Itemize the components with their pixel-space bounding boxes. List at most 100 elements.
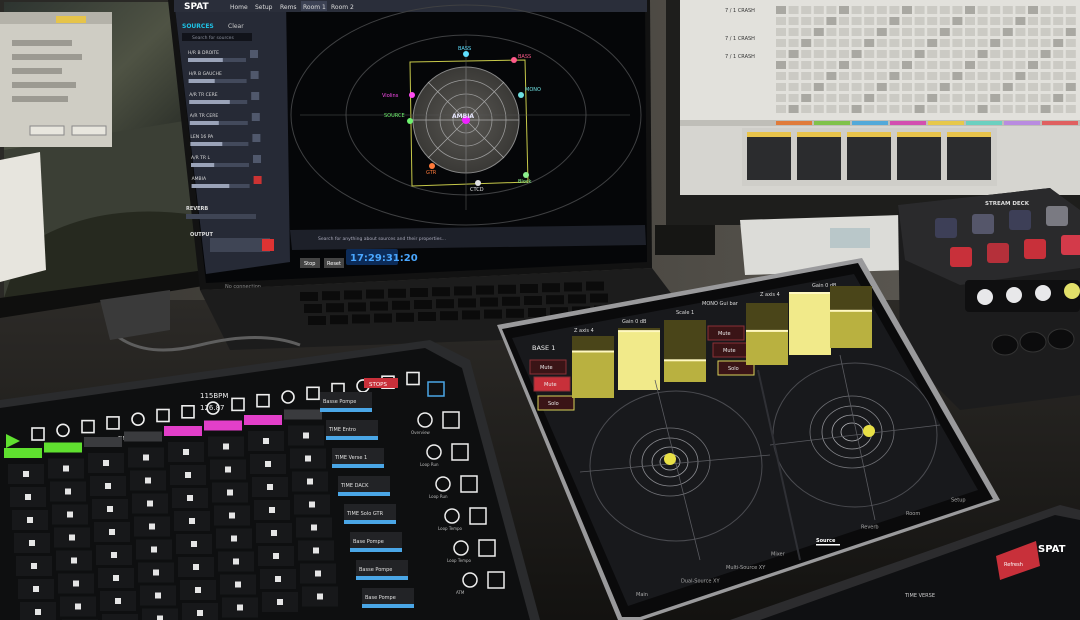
clip-slot[interactable] — [889, 6, 900, 14]
clip-slot[interactable] — [826, 39, 837, 47]
clip-slot[interactable] — [977, 105, 988, 113]
track-header[interactable] — [284, 409, 322, 420]
clip-slot[interactable] — [1065, 17, 1076, 25]
source-point[interactable] — [407, 118, 413, 124]
clip-slot[interactable] — [1053, 17, 1064, 25]
deck-key[interactable] — [1024, 239, 1046, 259]
clip-slot[interactable] — [977, 61, 988, 69]
clip-slot[interactable] — [1065, 94, 1076, 102]
clip-slot[interactable] — [927, 72, 938, 80]
clip-pad[interactable] — [102, 614, 138, 620]
clip-slot[interactable] — [1040, 6, 1051, 14]
clip-slot[interactable] — [914, 83, 925, 91]
channel-button[interactable] — [253, 176, 262, 184]
clip-slot[interactable] — [990, 83, 1001, 91]
clip-slot[interactable] — [952, 39, 963, 47]
clip-slot[interactable] — [851, 83, 862, 91]
clip-slot[interactable] — [864, 83, 875, 91]
clip-slot[interactable] — [990, 17, 1001, 25]
track-header[interactable] — [164, 426, 202, 436]
clip-slot[interactable] — [1040, 50, 1051, 58]
source-point[interactable] — [475, 180, 481, 186]
clip-slot[interactable] — [1028, 72, 1038, 80]
clip-slot[interactable] — [864, 105, 875, 113]
deck-key[interactable] — [1046, 206, 1068, 226]
clip-slot[interactable] — [939, 72, 950, 80]
clip-slot[interactable] — [1028, 50, 1038, 58]
clip-slot[interactable] — [1053, 28, 1064, 36]
clip-slot[interactable] — [851, 94, 862, 102]
clip-slot[interactable] — [813, 105, 824, 113]
clip-slot[interactable] — [876, 6, 887, 14]
clip-slot[interactable] — [839, 28, 849, 36]
clip-slot[interactable] — [914, 105, 925, 113]
clip-slot[interactable] — [889, 94, 900, 102]
clip-slot[interactable] — [776, 28, 786, 36]
clip-slot[interactable] — [1028, 17, 1038, 25]
clip-slot[interactable] — [776, 50, 786, 58]
clip-slot[interactable] — [788, 39, 799, 47]
clip-slot[interactable] — [952, 17, 963, 25]
clip-slot[interactable] — [1065, 83, 1076, 91]
clip-slot[interactable] — [1002, 94, 1013, 102]
clip-slot[interactable] — [1040, 72, 1051, 80]
source-point[interactable] — [518, 92, 524, 98]
clip-slot[interactable] — [776, 83, 786, 91]
clip-slot[interactable] — [1040, 83, 1051, 91]
clip-slot[interactable] — [1015, 39, 1026, 47]
deck-key[interactable] — [1061, 235, 1080, 255]
clip-slot[interactable] — [1040, 28, 1051, 36]
clip-slot[interactable] — [914, 61, 925, 69]
clip-slot[interactable] — [1015, 72, 1026, 80]
deck-key[interactable] — [1009, 210, 1031, 230]
clip-slot[interactable] — [876, 94, 887, 102]
clip-slot[interactable] — [851, 50, 862, 58]
ipad-tab[interactable]: Dual-Source XY — [681, 579, 720, 585]
clip-slot[interactable] — [1028, 28, 1038, 36]
clip-slot[interactable] — [776, 17, 786, 25]
clip-slot[interactable] — [889, 39, 900, 47]
clip-slot[interactable] — [939, 83, 950, 91]
clip-slot[interactable] — [826, 83, 837, 91]
clip-slot[interactable] — [801, 39, 812, 47]
clip-slot[interactable] — [914, 28, 925, 36]
ipad-tab[interactable]: Source — [816, 538, 836, 544]
clip-slot[interactable] — [1065, 61, 1076, 69]
clip-slot[interactable] — [1040, 61, 1051, 69]
clip-slot[interactable] — [801, 105, 812, 113]
clip-slot[interactable] — [864, 72, 875, 80]
clip-slot[interactable] — [952, 83, 963, 91]
clip-slot[interactable] — [1028, 105, 1038, 113]
clip-slot[interactable] — [939, 50, 950, 58]
clip-slot[interactable] — [990, 6, 1001, 14]
clip-slot[interactable] — [1015, 61, 1026, 69]
dialog-ok-button[interactable] — [29, 125, 65, 136]
clip-slot[interactable] — [1065, 50, 1076, 58]
clip-slot[interactable] — [864, 6, 875, 14]
device-panel[interactable] — [797, 132, 841, 180]
clip-slot[interactable] — [839, 61, 849, 69]
clip-slot[interactable] — [902, 28, 912, 36]
source-handle[interactable] — [664, 453, 676, 465]
clip-slot[interactable] — [1053, 72, 1064, 80]
clip-slot[interactable] — [813, 17, 824, 25]
clip-slot[interactable] — [851, 6, 862, 14]
clip-slot[interactable] — [914, 6, 925, 14]
clip-slot[interactable] — [826, 105, 837, 113]
clip-slot[interactable] — [902, 39, 912, 47]
clip-slot[interactable] — [813, 83, 824, 91]
device-panel[interactable] — [947, 132, 991, 180]
clip-slot[interactable] — [990, 61, 1001, 69]
clip-slot[interactable] — [851, 105, 862, 113]
deck-dial[interactable] — [1047, 328, 1075, 350]
clip-slot[interactable] — [776, 61, 786, 69]
fader-handle[interactable] — [664, 359, 706, 362]
fader-handle[interactable] — [830, 309, 872, 312]
clip-slot[interactable] — [1015, 105, 1026, 113]
clip-slot[interactable] — [889, 28, 900, 36]
track-header[interactable] — [4, 448, 42, 458]
clip-slot[interactable] — [977, 28, 988, 36]
clip-slot[interactable] — [839, 94, 849, 102]
nav-tab[interactable]: Setup — [255, 4, 273, 11]
clip-slot[interactable] — [839, 72, 849, 80]
